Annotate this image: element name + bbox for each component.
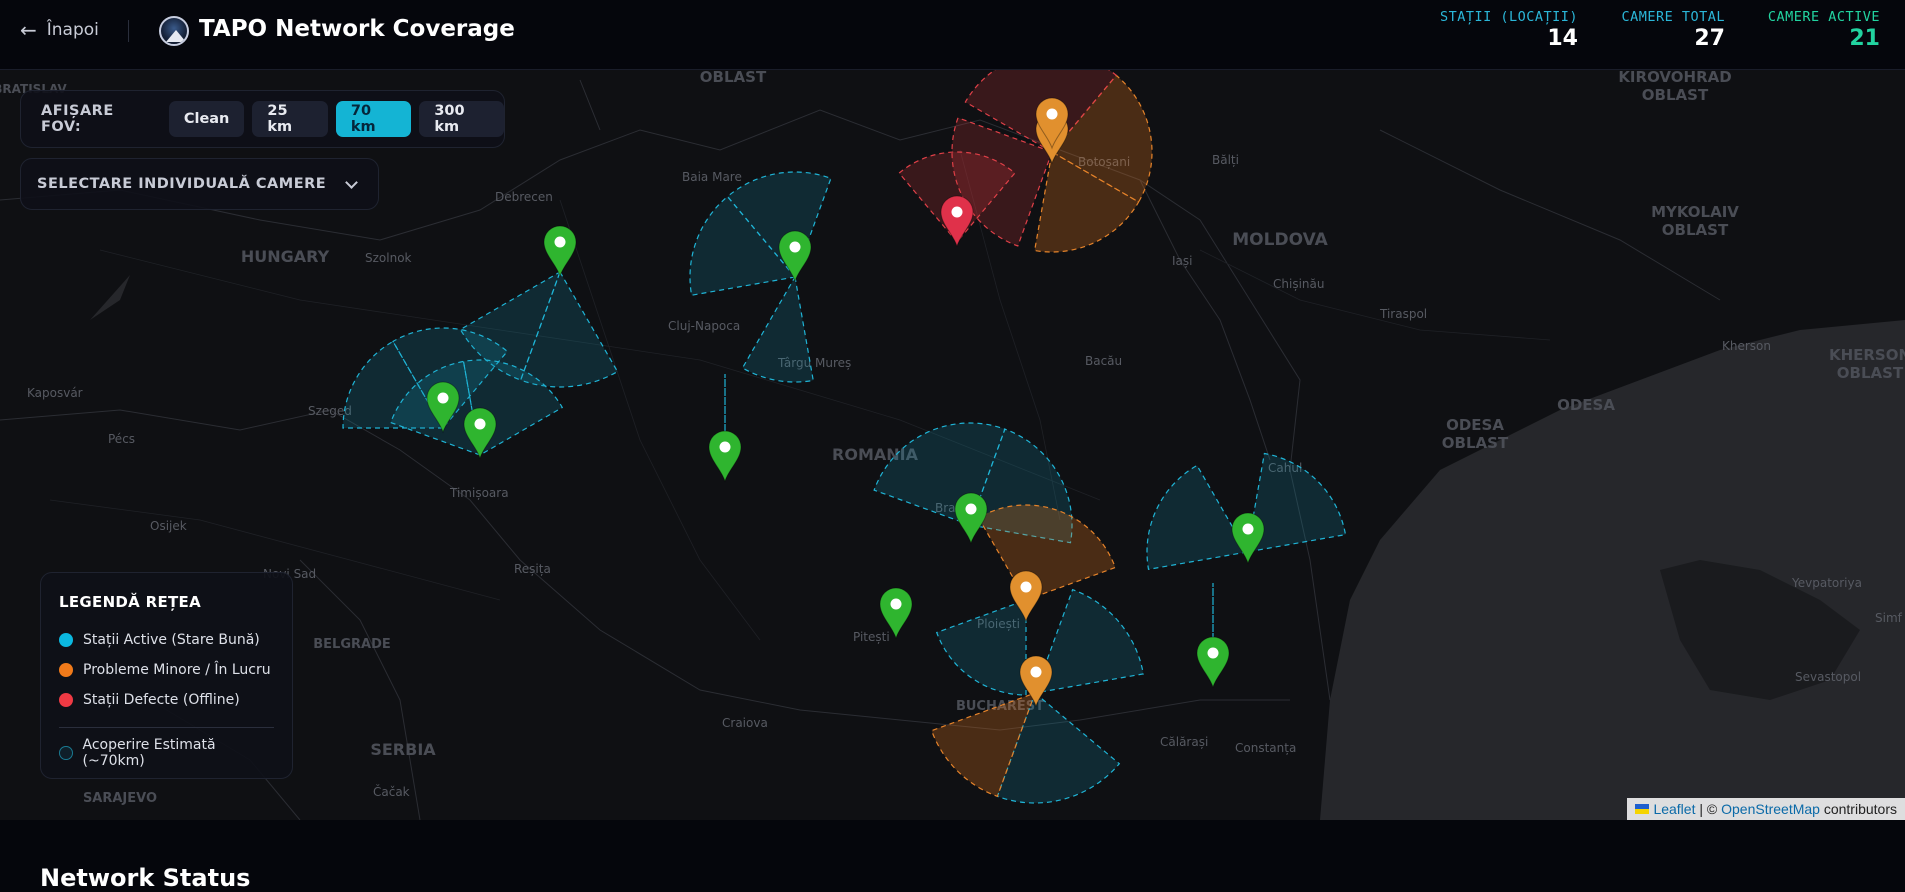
fov-label: AFIȘARE FOV: bbox=[41, 103, 114, 135]
station-pin-icon[interactable] bbox=[940, 195, 974, 248]
city-label: Debrecen bbox=[495, 190, 553, 204]
status-dot-icon bbox=[59, 633, 73, 647]
stat-label: CAMERE TOTAL bbox=[1621, 9, 1725, 25]
city-label: Bălți bbox=[1212, 153, 1239, 167]
region-label: KIROVOHRAD bbox=[1618, 70, 1731, 86]
region-label: SERBIA bbox=[370, 740, 436, 759]
lake bbox=[90, 275, 130, 320]
city-label: Yevpatoriya bbox=[1791, 576, 1862, 590]
city-label: Simf bbox=[1875, 611, 1903, 625]
legend-item: Stații Defecte (Offline) bbox=[59, 685, 274, 715]
station-pin-icon[interactable] bbox=[1196, 636, 1230, 689]
fov-sector bbox=[935, 599, 1027, 696]
region-label: ODESA bbox=[1446, 416, 1504, 434]
chevron-down-icon bbox=[345, 175, 358, 189]
osm-link[interactable]: OpenStreetMap bbox=[1721, 801, 1820, 817]
back-label: Înapoi bbox=[46, 20, 99, 40]
attrib-sep: | © bbox=[1695, 801, 1722, 817]
region-label: HUNGARY bbox=[241, 247, 330, 266]
city-label: Reșița bbox=[514, 562, 551, 576]
legend-coverage: Acoperire Estimată (~70km) bbox=[59, 737, 274, 769]
fov-option-25km[interactable]: 25 km bbox=[252, 101, 328, 137]
city-label: Kherson bbox=[1722, 339, 1771, 353]
legend-divider bbox=[59, 727, 274, 728]
app-logo bbox=[159, 16, 189, 46]
station-pin-icon[interactable] bbox=[1231, 512, 1265, 565]
region-label: OBLAST bbox=[1642, 86, 1709, 104]
app-header: ← Înapoi TAPO Network Coverage STAȚII (L… bbox=[0, 0, 1905, 70]
city-label: Timișoara bbox=[449, 486, 509, 500]
camera-select-dropdown[interactable]: SELECTARE INDIVIDUALĂ CAMERE bbox=[20, 158, 379, 210]
fov-option-clean[interactable]: Clean bbox=[168, 101, 245, 137]
city-label: Cluj-Napoca bbox=[668, 319, 740, 333]
city-label: Szolnok bbox=[365, 251, 412, 265]
region-label: BELGRADE bbox=[313, 637, 391, 652]
fov-sector bbox=[977, 504, 1117, 601]
stat-stations: STAȚII (LOCAȚII) 14 bbox=[1440, 9, 1578, 51]
station-pin-icon[interactable] bbox=[708, 430, 742, 483]
city-label: Sevastopol bbox=[1795, 670, 1861, 684]
city-label: Čačak bbox=[373, 784, 410, 799]
attrib-suffix-text: contributors bbox=[1823, 801, 1897, 817]
arrow-left-icon: ← bbox=[20, 18, 37, 42]
stat-value: 21 bbox=[1849, 26, 1880, 51]
leaflet-link[interactable]: Leaflet bbox=[1653, 801, 1695, 817]
city-label: Călărași bbox=[1160, 735, 1208, 749]
station-pin-icon[interactable] bbox=[954, 492, 988, 545]
fov-sector bbox=[1146, 464, 1248, 571]
black-sea bbox=[1320, 320, 1905, 820]
fov-sector bbox=[741, 275, 814, 383]
city-label: Bacău bbox=[1085, 354, 1122, 368]
stat-label: STAȚII (LOCAȚII) bbox=[1439, 9, 1578, 25]
city-label: Constanța bbox=[1235, 741, 1296, 755]
region-label: ODESA bbox=[1557, 396, 1615, 414]
region-label: SARAJEVO bbox=[83, 791, 157, 806]
region-label: KHERSON bbox=[1829, 346, 1905, 364]
status-dot-icon bbox=[59, 663, 73, 677]
region-label: OBLAST bbox=[1837, 364, 1904, 382]
legend-title: LEGENDĂ REȚEA bbox=[59, 593, 201, 611]
legend-item-label: Stații Active (Stare Bună) bbox=[83, 632, 260, 648]
status-dot-icon bbox=[59, 693, 73, 707]
region-label: OBLAST bbox=[1662, 221, 1729, 239]
region-label: MYKOLAIV bbox=[1651, 203, 1739, 221]
region-label: MOLDOVA bbox=[1232, 230, 1328, 250]
region-label: OBLAST bbox=[1442, 434, 1509, 452]
back-button[interactable]: ← Înapoi bbox=[20, 18, 99, 42]
city-label: Kaposvár bbox=[27, 386, 83, 400]
header-divider bbox=[128, 20, 129, 42]
coverage-sectors bbox=[342, 70, 1347, 804]
city-label: Pitești bbox=[853, 630, 890, 644]
legend-item-label: Stații Defecte (Offline) bbox=[83, 692, 240, 708]
city-label: Craiova bbox=[722, 716, 768, 730]
map-attribution: Leaflet | © OpenStreetMap contributors bbox=[1627, 798, 1905, 820]
page-title: TAPO Network Coverage bbox=[199, 16, 515, 42]
fov-selector: AFIȘARE FOV: Clean 25 km 70 km 300 km bbox=[20, 90, 505, 148]
city-label: Baia Mare bbox=[682, 170, 742, 184]
stat-total-cameras: CAMERE TOTAL 27 bbox=[1621, 9, 1725, 51]
station-pin-icon[interactable] bbox=[543, 225, 577, 278]
city-label: Tiraspol bbox=[1379, 307, 1427, 321]
city-label: Pécs bbox=[108, 432, 135, 446]
stat-value: 14 bbox=[1547, 26, 1578, 51]
network-legend: LEGENDĂ REȚEA Stații Active (Stare Bună)… bbox=[40, 572, 293, 779]
ukraine-flag-icon bbox=[1635, 804, 1650, 814]
legend-item: Probleme Minore / În Lucru bbox=[59, 655, 274, 685]
stat-active-cameras: CAMERE ACTIVE 21 bbox=[1768, 9, 1880, 51]
legend-item: Stații Active (Stare Bună) bbox=[59, 625, 274, 655]
region-label: OBLAST bbox=[700, 70, 767, 86]
stat-label: CAMERE ACTIVE bbox=[1767, 9, 1880, 25]
legend-coverage-label: Acoperire Estimată (~70km) bbox=[82, 737, 216, 769]
city-label: Chișinău bbox=[1273, 277, 1324, 291]
fov-option-70km[interactable]: 70 km bbox=[335, 101, 412, 137]
city-label: Osijek bbox=[150, 519, 187, 533]
legend-item-label: Probleme Minore / În Lucru bbox=[83, 662, 271, 678]
fov-option-300km[interactable]: 300 km bbox=[419, 101, 504, 137]
stat-value: 27 bbox=[1694, 26, 1725, 51]
city-label: Iași bbox=[1172, 254, 1192, 268]
camera-select-label: SELECTARE INDIVIDUALĂ CAMERE bbox=[37, 176, 327, 192]
section-title: Network Status bbox=[40, 864, 251, 892]
coverage-ring-icon bbox=[59, 746, 73, 760]
